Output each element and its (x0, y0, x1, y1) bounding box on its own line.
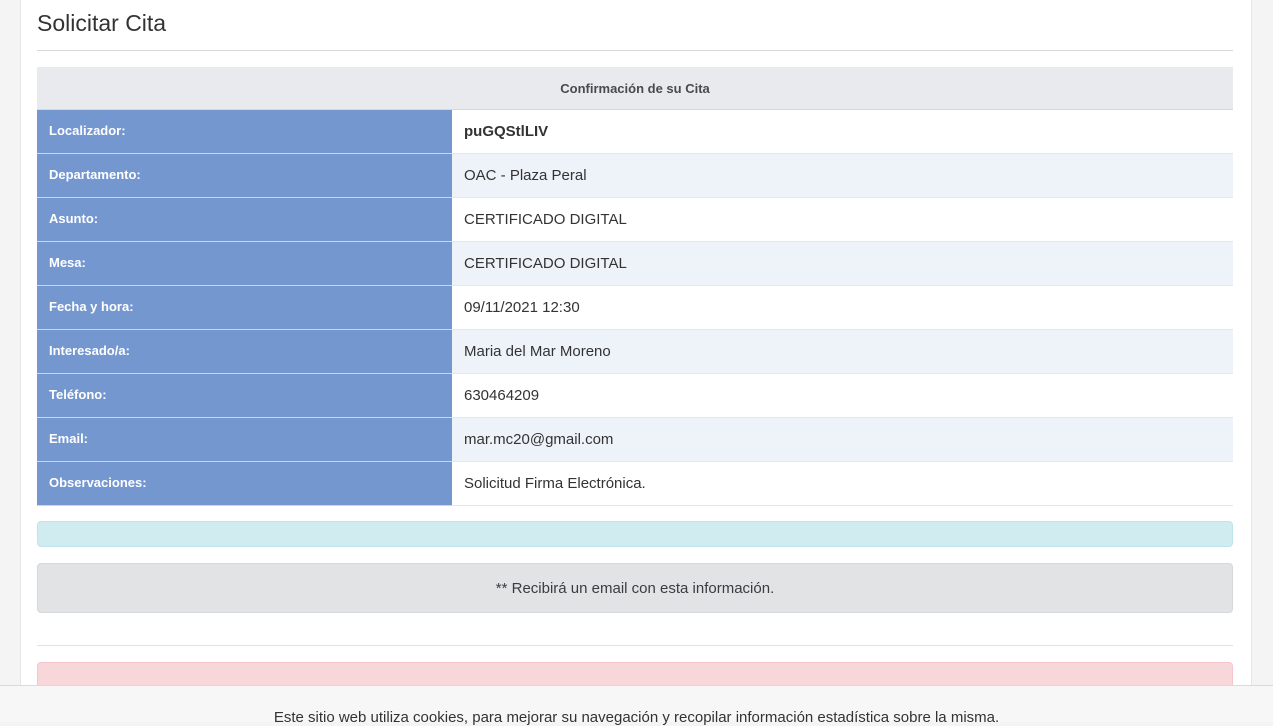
confirmation-heading: Confirmación de su Cita (37, 67, 1233, 110)
table-row: Mesa: CERTIFICADO DIGITAL (37, 242, 1233, 286)
row-label-telefono: Teléfono: (37, 374, 452, 418)
page-title: Solicitar Cita (37, 10, 167, 36)
row-label-fecha-hora: Fecha y hora: (37, 286, 452, 330)
table-row: Teléfono: 630464209 (37, 374, 1233, 418)
section-divider (37, 645, 1233, 646)
table-row: Interesado/a: Maria del Mar Moreno (37, 330, 1233, 374)
table-row: Asunto: CERTIFICADO DIGITAL (37, 198, 1233, 242)
row-value-asunto: CERTIFICADO DIGITAL (452, 198, 1233, 242)
row-value-fecha-hora: 09/11/2021 12:30 (452, 286, 1233, 330)
email-notice: ** Recibirá un email con esta informació… (37, 563, 1233, 613)
row-label-departamento: Departamento: (37, 154, 452, 198)
row-label-mesa: Mesa: (37, 242, 452, 286)
row-label-email: Email: (37, 418, 452, 462)
confirmation-table: Confirmación de su Cita Localizador: puG… (37, 67, 1233, 506)
cookie-consent-bar: Este sitio web utiliza cookies, para mej… (0, 685, 1273, 726)
cookie-consent-text: Este sitio web utiliza cookies, para mej… (273, 709, 1000, 726)
row-value-mesa: CERTIFICADO DIGITAL (452, 242, 1233, 286)
row-label-observaciones: Observaciones: (37, 462, 452, 506)
row-value-telefono: 630464209 (452, 374, 1233, 418)
row-label-asunto: Asunto: (37, 198, 452, 242)
row-label-localizador: Localizador: (37, 110, 452, 154)
table-row: Localizador: puGQStlLIV (37, 110, 1233, 154)
main-panel: Solicitar Cita Confirmación de su Cita L… (20, 0, 1252, 722)
table-row: Email: mar.mc20@gmail.com (37, 418, 1233, 462)
title-divider (37, 50, 1233, 51)
row-value-email: mar.mc20@gmail.com (452, 418, 1233, 462)
table-row: Departamento: OAC - Plaza Peral (37, 154, 1233, 198)
email-notice-text: ** Recibirá un email con esta informació… (495, 579, 775, 597)
row-value-observaciones: Solicitud Firma Electrónica. (452, 462, 1233, 506)
info-alert (37, 521, 1233, 547)
table-row: Observaciones: Solicitud Firma Electróni… (37, 462, 1233, 506)
row-value-interesado: Maria del Mar Moreno (452, 330, 1233, 374)
row-value-localizador: puGQStlLIV (452, 110, 1233, 154)
row-value-departamento: OAC - Plaza Peral (452, 154, 1233, 198)
table-row: Fecha y hora: 09/11/2021 12:30 (37, 286, 1233, 330)
row-label-interesado: Interesado/a: (37, 330, 452, 374)
